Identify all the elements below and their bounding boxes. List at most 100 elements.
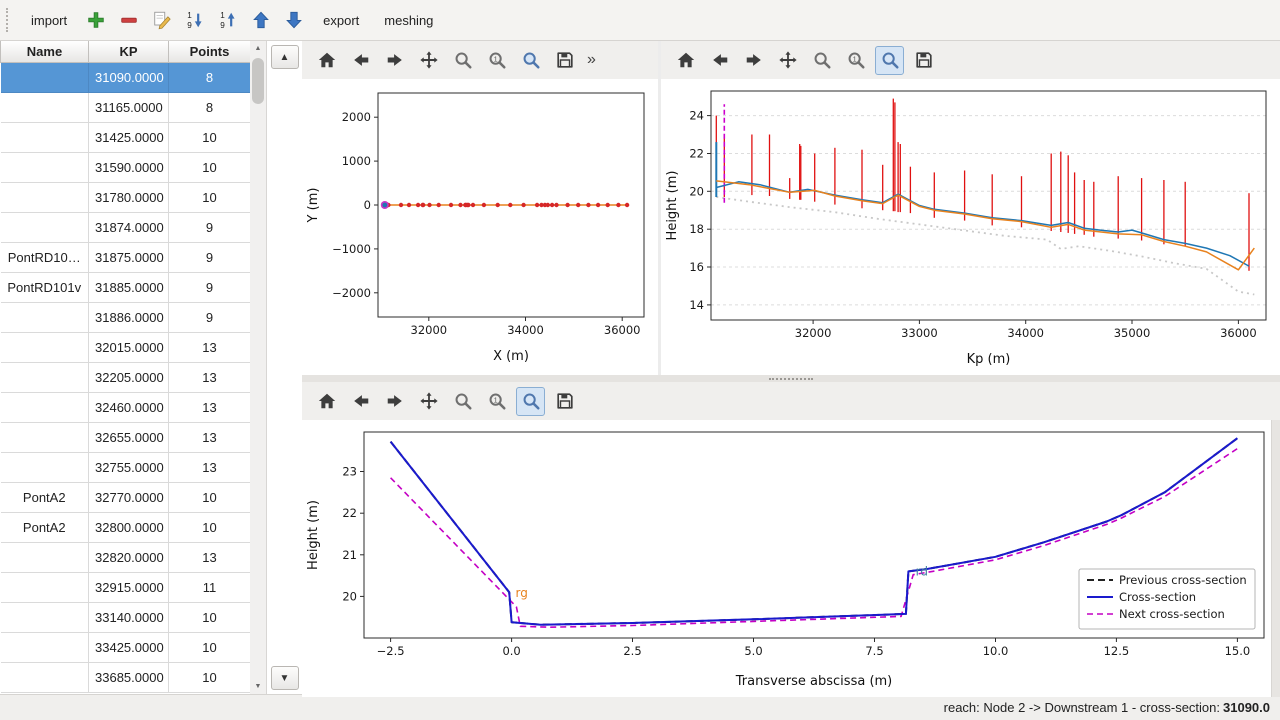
forward-icon[interactable] (380, 46, 409, 75)
remove-cross-section-button[interactable] (115, 6, 143, 34)
cell-pts[interactable]: 13 (169, 543, 251, 573)
pan-icon[interactable] (414, 387, 443, 416)
cell-kp[interactable]: 32800.0000 (89, 513, 169, 543)
meshing-button[interactable]: meshing (374, 7, 443, 34)
plan-view-chart[interactable]: 320003400036000−2000−1000010002000X (m)Y… (302, 79, 658, 375)
cell-pts[interactable]: 10 (169, 153, 251, 183)
cell-name[interactable] (1, 633, 89, 663)
cell-kp[interactable]: 32820.0000 (89, 543, 169, 573)
table-row[interactable]: 31874.00009 (1, 213, 251, 243)
cell-pts[interactable]: 10 (169, 183, 251, 213)
cell-pts[interactable]: 13 (169, 363, 251, 393)
zoom-area-icon[interactable] (516, 46, 545, 75)
cell-name[interactable] (1, 303, 89, 333)
table-row[interactable]: 31090.00008 (1, 63, 251, 93)
cell-kp[interactable]: 31885.0000 (89, 273, 169, 303)
save-icon[interactable] (550, 387, 579, 416)
toolbar-overflow-chevron[interactable]: » (587, 51, 596, 69)
cell-kp[interactable]: 32655.0000 (89, 423, 169, 453)
right-scrollbar[interactable] (1271, 420, 1280, 697)
cell-name[interactable]: PontRD10… (1, 243, 89, 273)
pan-icon[interactable] (773, 46, 802, 75)
back-icon[interactable] (346, 387, 375, 416)
column-header-points[interactable]: Points (169, 41, 251, 63)
zoom-1-icon[interactable]: 1 (841, 46, 870, 75)
cell-kp[interactable]: 33140.0000 (89, 603, 169, 633)
table-row[interactable]: 32755.000013 (1, 453, 251, 483)
scroll-to-top-button[interactable]: ▲ (271, 45, 299, 69)
cell-pts[interactable]: 9 (169, 273, 251, 303)
zoom-1-icon[interactable]: 1 (482, 46, 511, 75)
cell-name[interactable] (1, 603, 89, 633)
table-row[interactable]: 31425.000010 (1, 123, 251, 153)
cell-name[interactable] (1, 183, 89, 213)
splitter-grip[interactable] (769, 378, 813, 380)
cell-kp[interactable]: 31886.0000 (89, 303, 169, 333)
sort-ascending-button[interactable]: 19 (181, 6, 209, 34)
cell-kp[interactable]: 32915.0000 (89, 573, 169, 603)
table-row[interactable]: PontRD10…31875.00009 (1, 243, 251, 273)
cell-kp[interactable]: 31875.0000 (89, 243, 169, 273)
cell-kp[interactable]: 33425.0000 (89, 633, 169, 663)
cell-name[interactable]: PontRD101v (1, 273, 89, 303)
column-header-name[interactable]: Name (1, 41, 89, 63)
scroll-up-arrow-icon[interactable]: ▲ (250, 41, 266, 56)
table-row[interactable]: 31886.00009 (1, 303, 251, 333)
cell-name[interactable] (1, 213, 89, 243)
save-icon[interactable] (550, 46, 579, 75)
back-icon[interactable] (705, 46, 734, 75)
cell-kp[interactable]: 31165.0000 (89, 93, 169, 123)
scroll-down-arrow-icon[interactable]: ▼ (250, 679, 266, 694)
cell-kp[interactable]: 32015.0000 (89, 333, 169, 363)
cell-name[interactable] (1, 333, 89, 363)
zoom-1-icon[interactable]: 1 (482, 387, 511, 416)
table-row[interactable]: 32015.000013 (1, 333, 251, 363)
export-button[interactable]: export (313, 7, 369, 34)
cell-name[interactable]: PontA2 (1, 513, 89, 543)
add-cross-section-button[interactable] (82, 6, 110, 34)
column-header-kp[interactable]: KP (89, 41, 169, 63)
cell-kp[interactable]: 31090.0000 (89, 63, 169, 93)
scroll-to-bottom-button[interactable]: ▼ (271, 666, 299, 690)
cell-name[interactable] (1, 393, 89, 423)
cross-section-chart[interactable]: −2.50.02.55.07.510.012.515.020212223Tran… (302, 420, 1280, 697)
cell-pts[interactable]: 13 (169, 453, 251, 483)
cell-name[interactable] (1, 543, 89, 573)
cell-name[interactable] (1, 153, 89, 183)
cell-pts[interactable]: 13 (169, 393, 251, 423)
toolbar-drag-handle[interactable] (6, 8, 13, 32)
cell-name[interactable] (1, 573, 89, 603)
cell-name[interactable] (1, 423, 89, 453)
table-row[interactable]: 33140.000010 (1, 603, 251, 633)
cell-pts[interactable]: 10 (169, 603, 251, 633)
table-row[interactable]: 32820.000013 (1, 543, 251, 573)
cell-name[interactable] (1, 63, 89, 93)
zoom-icon[interactable] (448, 387, 477, 416)
cell-name[interactable] (1, 663, 89, 693)
edit-button[interactable] (148, 6, 176, 34)
cell-pts[interactable]: 10 (169, 633, 251, 663)
pan-icon[interactable] (414, 46, 443, 75)
table-row[interactable]: 32915.000011 (1, 573, 251, 603)
longitudinal-profile-chart[interactable]: 3200033000340003500036000141618202224Kp … (661, 79, 1280, 375)
cell-kp[interactable]: 32205.0000 (89, 363, 169, 393)
cell-pts[interactable]: 9 (169, 243, 251, 273)
cell-kp[interactable]: 31874.0000 (89, 213, 169, 243)
zoom-area-icon[interactable] (516, 387, 545, 416)
table-row[interactable]: 31165.00008 (1, 93, 251, 123)
horizontal-splitter[interactable] (302, 375, 1280, 382)
cell-kp[interactable]: 31425.0000 (89, 123, 169, 153)
cell-name[interactable] (1, 363, 89, 393)
cell-pts[interactable]: 8 (169, 63, 251, 93)
zoom-area-icon[interactable] (875, 46, 904, 75)
table-row[interactable]: 32460.000013 (1, 393, 251, 423)
scrollbar-thumb[interactable] (252, 58, 264, 104)
table-row[interactable]: PontA232800.000010 (1, 513, 251, 543)
forward-icon[interactable] (739, 46, 768, 75)
sort-descending-button[interactable]: 19 (214, 6, 242, 34)
move-up-button[interactable] (247, 6, 275, 34)
zoom-icon[interactable] (448, 46, 477, 75)
cell-kp[interactable]: 31780.0000 (89, 183, 169, 213)
save-icon[interactable] (909, 46, 938, 75)
cell-kp[interactable]: 31590.0000 (89, 153, 169, 183)
